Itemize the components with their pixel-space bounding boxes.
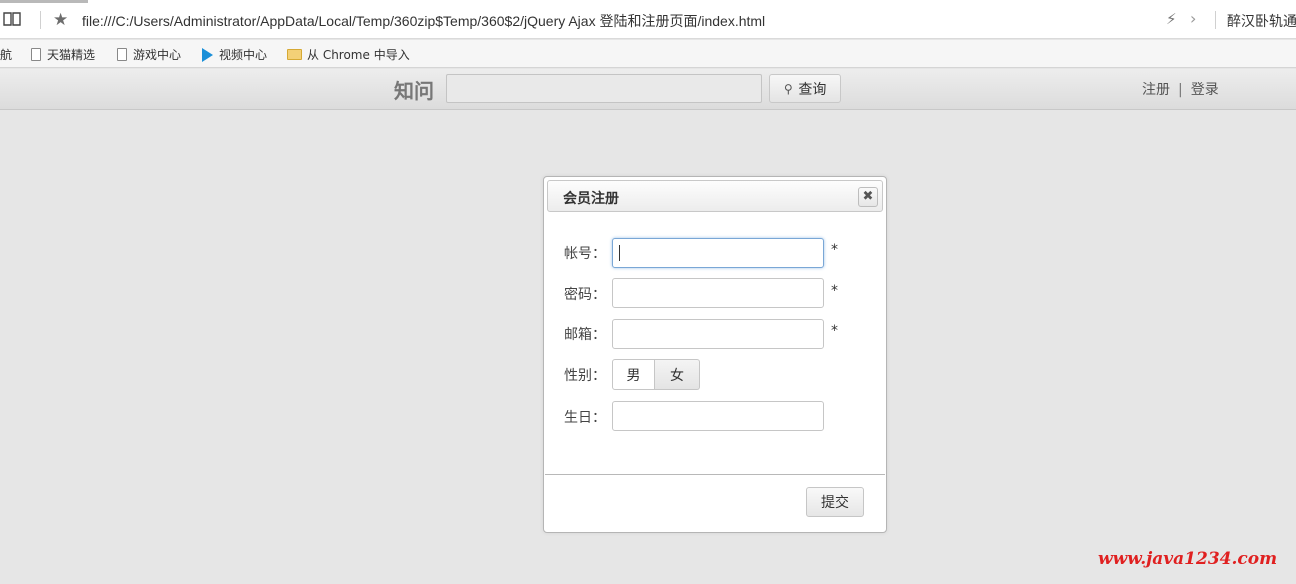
- tab-indicator: [0, 0, 88, 3]
- email-label: 邮箱：: [564, 327, 606, 343]
- bookmark-label: 航: [0, 48, 13, 62]
- birthday-label: 生日：: [564, 410, 606, 426]
- birthday-field[interactable]: [612, 401, 824, 431]
- login-link[interactable]: 登录: [1191, 82, 1219, 98]
- folder-icon: [287, 49, 302, 60]
- account-label: 帐号：: [564, 246, 606, 262]
- close-icon[interactable]: ✖: [858, 187, 878, 207]
- bookmarks-bar: 航 天猫精选 游戏中心 视频中心 从 Chrome 中导入: [0, 40, 1296, 68]
- extension-text[interactable]: 醉汉卧轨通俗: [1227, 11, 1296, 31]
- required-mark: *: [831, 283, 838, 299]
- address-divider: [1215, 11, 1216, 29]
- reader-mode-icon[interactable]: [3, 11, 21, 27]
- required-mark: *: [831, 323, 838, 339]
- url-field[interactable]: file:///C:/Users/Administrator/AppData/L…: [82, 11, 765, 31]
- search-input[interactable]: [446, 74, 762, 103]
- search-icon: ⚲: [783, 81, 793, 96]
- bookmark-item[interactable]: 游戏中心: [117, 46, 181, 63]
- gender-toggle: 男 女: [612, 359, 700, 390]
- bookmark-label: 天猫精选: [47, 48, 96, 62]
- password-field[interactable]: [612, 278, 824, 308]
- gender-female-button[interactable]: 女: [655, 359, 700, 390]
- dialog-title-bar[interactable]: 会员注册 ✖: [547, 180, 883, 212]
- dialog-footer-divider: [545, 474, 885, 475]
- chevron-right-icon[interactable]: ›: [1190, 9, 1196, 28]
- email-field[interactable]: [612, 319, 824, 349]
- bookmark-label: 从 Chrome 中导入: [307, 48, 410, 62]
- play-icon: [202, 47, 213, 62]
- user-nav: 注册 | 登录: [1142, 79, 1219, 99]
- document-icon: [31, 48, 41, 61]
- bookmark-item[interactable]: 从 Chrome 中导入: [287, 46, 410, 63]
- register-link[interactable]: 注册: [1142, 82, 1170, 98]
- bookmark-label: 游戏中心: [133, 48, 182, 62]
- bookmark-item[interactable]: 视频中心: [202, 46, 267, 63]
- bookmark-label: 视频中心: [219, 48, 268, 62]
- text-caret: [619, 245, 620, 261]
- required-mark: *: [831, 242, 838, 258]
- lightning-icon[interactable]: ⚡: [1166, 10, 1177, 28]
- submit-button[interactable]: 提交: [806, 487, 864, 517]
- nav-separator: |: [1178, 82, 1183, 98]
- gender-label: 性别：: [564, 368, 606, 384]
- search-button[interactable]: ⚲ 查询: [769, 74, 841, 103]
- address-divider: [40, 11, 41, 29]
- document-icon: [117, 48, 127, 61]
- bookmark-item[interactable]: 航: [0, 46, 12, 63]
- password-label: 密码：: [564, 287, 606, 303]
- bookmark-item[interactable]: 天猫精选: [31, 46, 95, 63]
- account-field[interactable]: [612, 238, 824, 268]
- watermark: www.java1234.com: [1098, 549, 1278, 569]
- site-header: 知问 ⚲ 查询 注册 | 登录: [0, 69, 1296, 110]
- register-dialog: 会员注册 ✖ 帐号： * 密码： * 邮箱： * 性别： 男 女 生日： 提交: [543, 176, 887, 533]
- search-button-label: 查询: [798, 81, 827, 98]
- browser-address-bar: ★ file:///C:/Users/Administrator/AppData…: [0, 0, 1296, 39]
- gender-male-button[interactable]: 男: [612, 359, 655, 390]
- dialog-title: 会员注册: [563, 191, 619, 207]
- bookmark-star-icon[interactable]: ★: [53, 10, 68, 30]
- site-brand[interactable]: 知问: [394, 75, 434, 104]
